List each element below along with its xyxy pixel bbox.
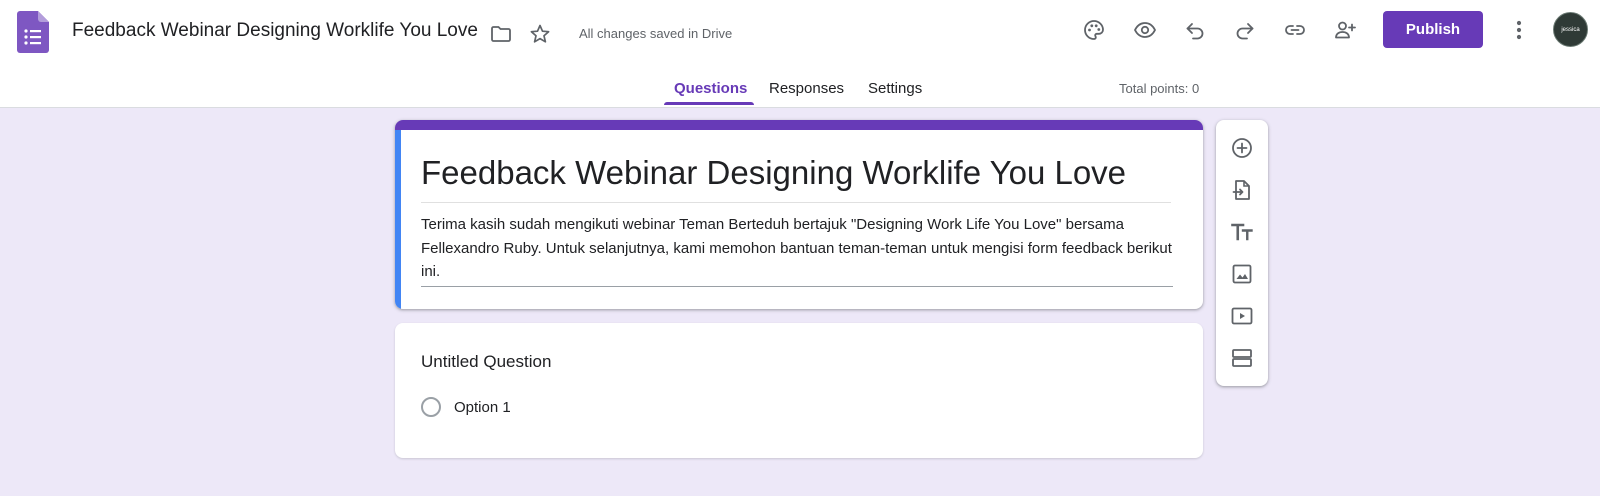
tab-questions[interactable]: Questions — [674, 80, 747, 97]
add-question-icon[interactable] — [1228, 134, 1256, 162]
side-toolbar — [1216, 120, 1268, 386]
redo-icon[interactable] — [1229, 14, 1261, 46]
link-icon[interactable] — [1279, 14, 1311, 46]
form-tabs: Questions Responses Settings Total point… — [0, 68, 1600, 108]
add-image-icon[interactable] — [1228, 260, 1256, 288]
form-description[interactable]: Terima kasih sudah mengikuti webinar Tem… — [421, 213, 1173, 287]
star-icon[interactable] — [526, 20, 554, 48]
folder-icon[interactable] — [487, 20, 515, 48]
form-title-card[interactable]: Feedback Webinar Designing Worklife You … — [395, 120, 1203, 309]
tab-settings[interactable]: Settings — [868, 80, 922, 97]
active-tab-indicator — [664, 102, 754, 105]
eye-icon[interactable] — [1129, 14, 1161, 46]
add-section-icon[interactable] — [1228, 344, 1256, 372]
option-label[interactable]: Option 1 — [454, 399, 511, 416]
avatar-text: jessica — [1561, 26, 1580, 33]
import-questions-icon[interactable] — [1228, 176, 1256, 204]
option-row[interactable]: Option 1 — [421, 397, 511, 417]
radio-button[interactable] — [421, 397, 441, 417]
add-person-icon[interactable] — [1329, 14, 1361, 46]
forms-app-icon[interactable] — [17, 11, 49, 53]
palette-icon[interactable] — [1078, 14, 1110, 46]
tab-responses[interactable]: Responses — [769, 80, 844, 97]
add-title-icon[interactable] — [1228, 218, 1256, 246]
top-header: Feedback Webinar Designing Worklife You … — [0, 0, 1600, 108]
selected-indicator — [395, 130, 401, 309]
form-title[interactable]: Feedback Webinar Designing Worklife You … — [421, 154, 1171, 203]
save-status: All changes saved in Drive — [579, 26, 733, 41]
question-card[interactable]: Untitled Question Option 1 — [395, 323, 1203, 458]
document-title[interactable]: Feedback Webinar Designing Worklife You … — [72, 20, 478, 42]
total-points: Total points: 0 — [1119, 81, 1200, 96]
publish-button[interactable]: Publish — [1383, 11, 1483, 48]
undo-icon[interactable] — [1179, 14, 1211, 46]
theme-accent-bar — [395, 120, 1203, 130]
question-title[interactable]: Untitled Question — [421, 352, 551, 372]
add-video-icon[interactable] — [1228, 302, 1256, 330]
more-vert-icon[interactable] — [1507, 14, 1531, 46]
avatar[interactable]: jessica — [1553, 12, 1588, 47]
